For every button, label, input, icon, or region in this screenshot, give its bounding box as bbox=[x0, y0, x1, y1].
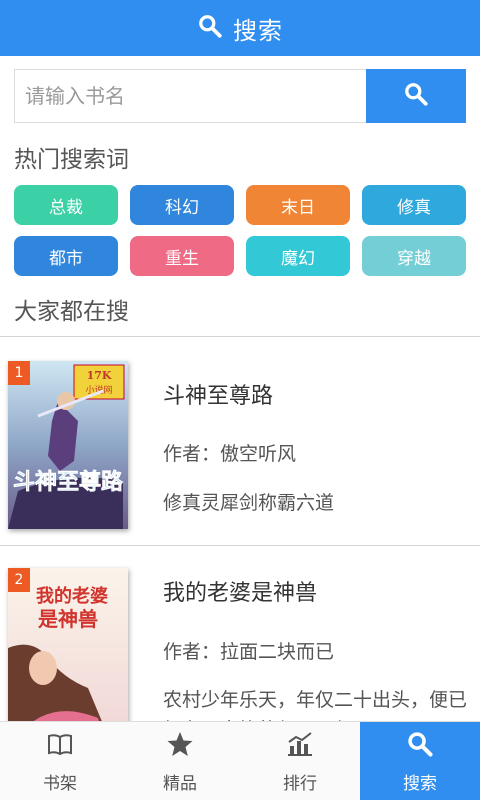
rank-badge: 2 bbox=[8, 568, 30, 592]
search-icon bbox=[406, 730, 434, 769]
search-icon bbox=[197, 13, 223, 43]
popular-title: 大家都在搜 bbox=[14, 299, 129, 325]
search-icon bbox=[403, 81, 429, 111]
tag-xiuzhen[interactable]: 修真 bbox=[362, 185, 466, 225]
search-bar bbox=[14, 69, 466, 123]
tag-kehuan[interactable]: 科幻 bbox=[130, 185, 234, 225]
cover-art-2: 我的老婆 是神兽 bbox=[8, 568, 128, 736]
book-title: 我的老婆是神兽 bbox=[163, 581, 318, 606]
hot-search-title: 热门搜索词 bbox=[14, 147, 129, 173]
svg-text:小说网: 小说网 bbox=[85, 384, 112, 396]
nav-bookshelf[interactable]: 书架 bbox=[0, 722, 120, 800]
nav-featured[interactable]: 精品 bbox=[120, 722, 240, 800]
book-author: 作者：傲空听风 bbox=[163, 443, 297, 465]
page-title: 搜索 bbox=[233, 16, 283, 45]
nav-label: 精品 bbox=[163, 773, 197, 794]
list-item[interactable]: 2 我的老婆 是神兽 我的老婆是神兽 作者：拉面二块而已 农村少年乐天，年仅二十… bbox=[0, 545, 480, 736]
tag-dushi[interactable]: 都市 bbox=[14, 236, 118, 276]
book-icon bbox=[46, 730, 74, 769]
chart-icon bbox=[286, 730, 314, 769]
book-cover: 1 17K 小说网 斗神至尊路 bbox=[8, 361, 128, 529]
tag-mohuan[interactable]: 魔幻 bbox=[246, 236, 350, 276]
book-description: 修真灵犀剑称霸六道 bbox=[163, 492, 335, 514]
tag-zongcai[interactable]: 总裁 bbox=[14, 185, 118, 225]
book-author: 作者：拉面二块而已 bbox=[163, 641, 335, 663]
list-item[interactable]: 1 17K 小说网 斗神至尊路 斗神至尊路 作者：傲空听风 修真灵犀剑称霸六道 bbox=[0, 336, 480, 529]
tag-chongsheng[interactable]: 重生 bbox=[130, 236, 234, 276]
search-input[interactable] bbox=[14, 69, 366, 123]
svg-text:我的老婆: 我的老婆 bbox=[36, 585, 108, 607]
tag-mori[interactable]: 末日 bbox=[246, 185, 350, 225]
svg-text:斗神至尊路: 斗神至尊路 bbox=[13, 469, 124, 495]
nav-ranking[interactable]: 排行 bbox=[240, 722, 360, 800]
nav-label: 搜索 bbox=[403, 773, 437, 794]
svg-text:17K: 17K bbox=[87, 369, 112, 382]
cover-art-1: 17K 小说网 斗神至尊路 bbox=[8, 361, 128, 529]
book-cover: 2 我的老婆 是神兽 bbox=[8, 568, 128, 736]
top-bar: 搜索 bbox=[0, 0, 480, 56]
star-icon bbox=[166, 730, 194, 769]
svg-text:是神兽: 是神兽 bbox=[37, 607, 98, 631]
book-title: 斗神至尊路 bbox=[163, 384, 274, 409]
search-button[interactable] bbox=[366, 69, 466, 123]
hot-tags: 总裁 科幻 末日 修真 都市 重生 魔幻 穿越 bbox=[14, 185, 466, 276]
nav-search[interactable]: 搜索 bbox=[360, 722, 480, 800]
nav-label: 书架 bbox=[43, 773, 77, 794]
rank-badge: 1 bbox=[8, 361, 30, 385]
tag-chuanyue[interactable]: 穿越 bbox=[362, 236, 466, 276]
bottom-nav: 书架 精品 排行 搜索 bbox=[0, 721, 480, 800]
book-description: 农村少年乐天，年仅二十出头，便已经有了家族的保母，但 bbox=[163, 689, 468, 721]
nav-label: 排行 bbox=[283, 773, 317, 794]
